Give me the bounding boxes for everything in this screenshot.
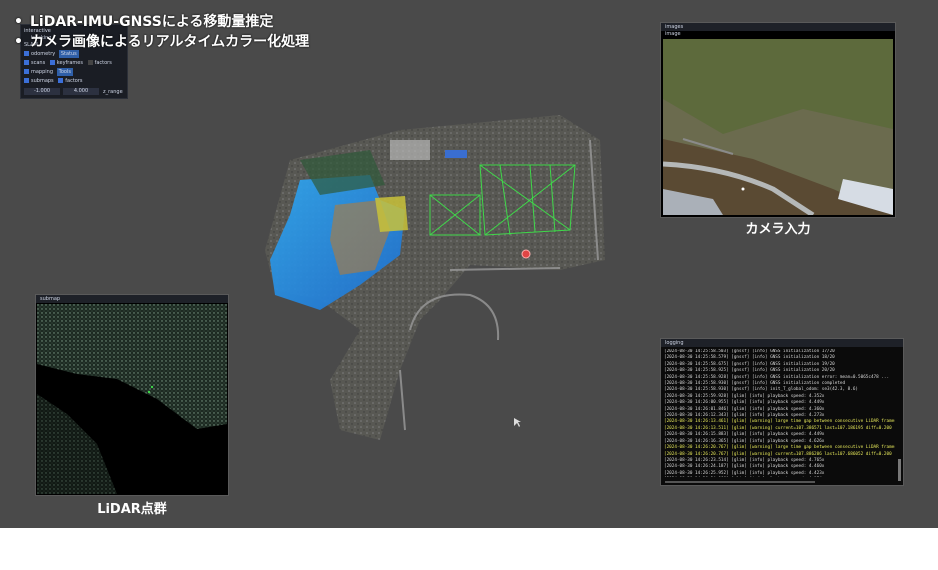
- checkbox-icon[interactable]: [24, 69, 29, 74]
- submap-window[interactable]: submap: [35, 294, 229, 496]
- checkbox-factors[interactable]: factors: [95, 60, 112, 66]
- images-window-title[interactable]: images: [661, 23, 895, 31]
- log-line: [2024-08-30 14:26:13.461] [glim] [warnin…: [664, 419, 895, 425]
- range-max-input[interactable]: 4.000: [63, 88, 99, 95]
- slide-bullets: LiDAR-IMU-GNSSによる移動量推定 カメラ画像によるリアルタイムカラー…: [12, 12, 309, 52]
- range-label: z_range: [103, 89, 123, 95]
- log-scrollbar[interactable]: [898, 459, 901, 481]
- checkbox-scans[interactable]: scans: [31, 60, 45, 66]
- checkbox-submaps[interactable]: submaps: [31, 78, 54, 84]
- checkbox-icon[interactable]: [58, 78, 64, 83]
- checkbox-icon[interactable]: [49, 60, 55, 65]
- checkbox-mapping[interactable]: mapping: [31, 69, 53, 75]
- blue-structure: [445, 150, 467, 158]
- bullet-odometry: LiDAR-IMU-GNSSによる移動量推定: [12, 12, 309, 32]
- log-line: [2024-08-30 14:26:20.767] [glim] [warnin…: [664, 445, 895, 451]
- checkbox-icon[interactable]: [24, 60, 29, 65]
- logging-window[interactable]: logging [2024-08-30 14:25:58.503] [gnssf…: [660, 338, 904, 486]
- bullet-colorization: カメラ画像によるリアルタイムカラー化処理: [12, 32, 309, 52]
- image-label: image: [665, 31, 681, 37]
- checkbox-icon[interactable]: [24, 78, 29, 83]
- lidar-caption: LiDAR点群: [97, 502, 167, 517]
- checkbox-icon[interactable]: [87, 60, 93, 65]
- log-list: [2024-08-30 14:25:58.503] [gnssf] [info]…: [664, 349, 895, 477]
- camera-caption: カメラ入力: [745, 222, 811, 237]
- submap-pointcloud: [37, 304, 227, 494]
- logging-window-title[interactable]: logging: [661, 339, 903, 347]
- log-line: [2024-08-30 14:26:20.767] [glim] [warnin…: [664, 451, 892, 457]
- checkbox-keyframes[interactable]: keyframes: [57, 60, 83, 66]
- tools-button[interactable]: Tools: [56, 68, 73, 76]
- images-window[interactable]: images image: [660, 22, 896, 218]
- red-circle-marker: [521, 249, 531, 259]
- pointer-cursor: [514, 418, 521, 427]
- yellow-pointcloud: [375, 196, 408, 232]
- log-horizontal-scrollbar[interactable]: [665, 481, 815, 483]
- range-min-input[interactable]: -1.000: [24, 88, 60, 95]
- checkbox-map-factors[interactable]: factors: [65, 78, 82, 84]
- camera-image: [663, 39, 893, 215]
- submap-window-title[interactable]: submap: [36, 295, 228, 303]
- sky-reflection: [390, 140, 430, 160]
